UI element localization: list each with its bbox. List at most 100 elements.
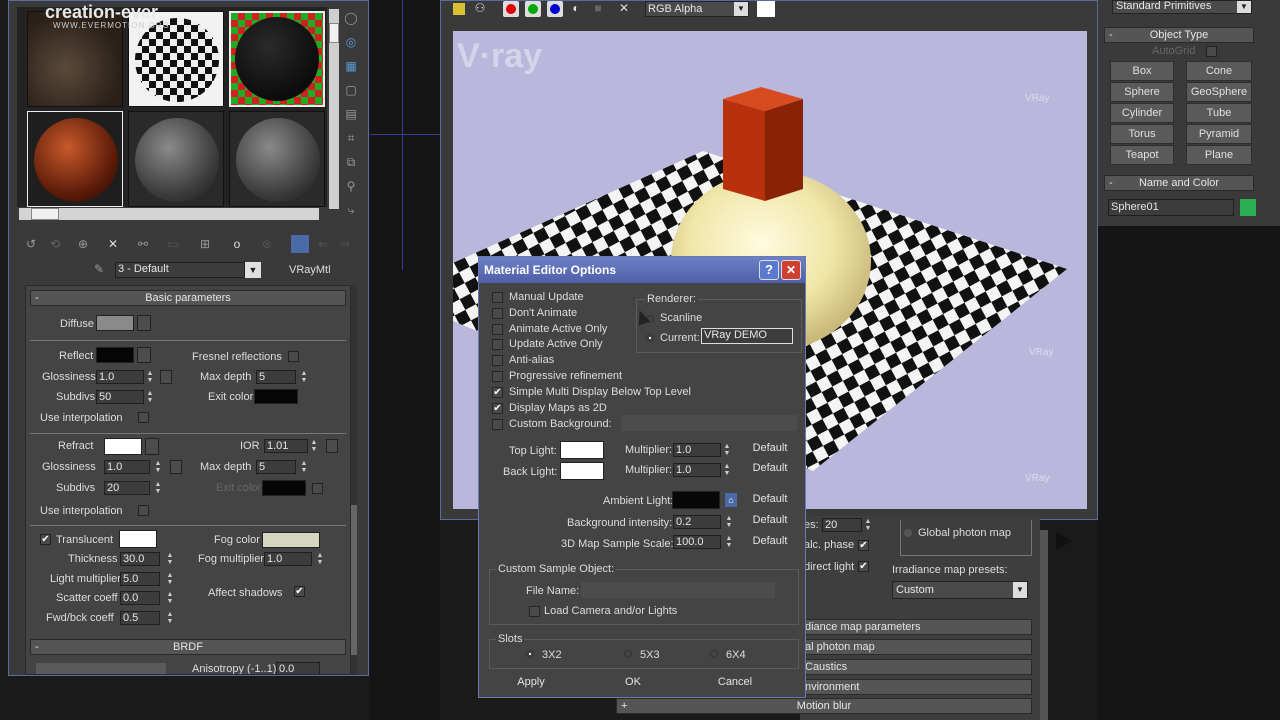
autogrid-checkbox[interactable] — [1206, 46, 1217, 57]
dont-animate-checkbox[interactable] — [492, 308, 503, 319]
reset-map-icon[interactable]: ✕ — [105, 237, 121, 251]
back-multiplier-field[interactable]: 1.0 — [673, 463, 721, 477]
refr-glossiness-field[interactable]: 1.0 — [104, 460, 150, 474]
scatter-coeff-spinner[interactable]: ▲ ▼ — [166, 591, 174, 606]
current-radio[interactable] — [646, 334, 654, 342]
fwd-bck-coeff-field[interactable]: 0.5 — [120, 611, 160, 625]
refr-max-depth-field[interactable]: 5 — [256, 460, 296, 474]
slots-3x2-radio[interactable] — [526, 650, 534, 658]
make-unique-icon[interactable]: ⚯ — [135, 237, 151, 251]
hsph-subdivs-field[interactable]: 20 — [822, 518, 862, 532]
custom-background-checkbox[interactable] — [492, 419, 503, 430]
clear-icon[interactable]: ✕ — [617, 1, 631, 15]
channel-dropdown[interactable]: RGB Alpha ▼ — [645, 1, 749, 17]
ior-field[interactable]: 1.01 — [264, 439, 308, 453]
basic-parameters-rollout[interactable]: - Basic parameters — [30, 290, 346, 306]
material-type-button[interactable]: VRayMtl — [289, 263, 331, 277]
back-light-default-button[interactable]: Default — [745, 458, 795, 478]
refr-exit-color-swatch[interactable] — [262, 480, 306, 496]
map-sample-scale-field[interactable]: 100.0 — [673, 535, 721, 549]
show-end-result-icon[interactable] — [291, 235, 309, 253]
fresnel-checkbox[interactable] — [288, 351, 299, 362]
global-photon-radio[interactable] — [904, 529, 912, 537]
pick-material-icon[interactable]: ✎ — [91, 262, 107, 276]
ambient-default-button[interactable]: Default — [745, 489, 795, 509]
fog-multiplier-spinner[interactable]: ▲ ▼ — [316, 552, 324, 567]
blue-channel-button[interactable] — [547, 1, 563, 17]
irradiance-presets-dropdown[interactable]: Custom ▼ — [892, 581, 1028, 599]
uv-tiling-icon[interactable]: ▢ — [343, 83, 359, 97]
teapot-button[interactable]: Teapot — [1110, 145, 1174, 165]
object-type-rollout[interactable]: - Object Type — [1104, 27, 1254, 43]
sample-type-icon[interactable]: ◯ — [343, 11, 359, 25]
display-maps-2d-checkbox[interactable]: ✔ — [492, 403, 503, 414]
alpha-channel-icon[interactable]: ◐ — [569, 1, 583, 15]
refl-exit-color-swatch[interactable] — [254, 389, 298, 404]
sample-slot-6[interactable] — [229, 111, 325, 207]
slots-6x4-radio[interactable] — [710, 650, 718, 658]
map-sample-default-button[interactable]: Default — [745, 531, 795, 551]
ambient-light-swatch[interactable] — [672, 491, 720, 509]
background-icon[interactable]: ▦ — [343, 59, 359, 73]
refract-map-button[interactable] — [145, 438, 159, 455]
save-image-icon[interactable] — [453, 3, 465, 15]
top-light-default-button[interactable]: Default — [745, 438, 795, 458]
anisotropy-field[interactable]: 0.0 — [276, 662, 320, 674]
translucent-color-swatch[interactable] — [119, 530, 157, 548]
material-navigator-icon[interactable]: ⤷ — [343, 203, 359, 218]
ior-map-button[interactable] — [326, 439, 338, 453]
options-icon[interactable]: ⧉ — [343, 155, 359, 170]
object-name-field[interactable]: Sphere01 — [1108, 199, 1234, 216]
refr-glossiness-spinner[interactable]: ▲ ▼ — [154, 460, 162, 475]
environment-rollout[interactable]: nvironment — [800, 679, 1032, 695]
put-to-library-icon[interactable]: ▭ — [165, 237, 181, 251]
irradiance-map-params-rollout[interactable]: diance map parameters — [800, 619, 1032, 635]
backlight-icon[interactable]: ◎ — [343, 35, 359, 49]
affect-shadows-checkbox[interactable]: ✔ — [294, 586, 305, 597]
refract-color-swatch[interactable] — [104, 438, 142, 455]
object-color-swatch[interactable] — [1240, 199, 1256, 216]
direct-light-checkbox[interactable]: ✔ — [858, 561, 869, 572]
select-by-material-icon[interactable]: ⚲ — [343, 179, 359, 193]
thickness-spinner[interactable]: ▲ ▼ — [166, 552, 174, 567]
show-map-icon[interactable]: ⊛ — [259, 237, 275, 251]
swatch-color[interactable] — [757, 1, 775, 17]
refl-subdivs-field[interactable]: 50 — [96, 390, 144, 404]
background-intensity-field[interactable]: 0.2 — [673, 515, 721, 529]
scatter-coeff-field[interactable]: 0.0 — [120, 591, 160, 605]
cone-button[interactable]: Cone — [1186, 61, 1252, 81]
back-light-swatch[interactable] — [560, 462, 604, 480]
green-channel-button[interactable] — [525, 1, 541, 17]
diffuse-map-button[interactable] — [137, 315, 151, 331]
calc-phase-checkbox[interactable]: ✔ — [858, 540, 869, 551]
ok-button[interactable]: OK — [595, 672, 671, 692]
go-to-parent-icon[interactable]: ⇐ — [315, 237, 331, 251]
help-button[interactable]: ? — [759, 260, 779, 280]
material-effects-icon[interactable]: ⊞ — [197, 237, 213, 251]
brdf-type-dropdown[interactable] — [36, 663, 166, 674]
light-multiplier-spinner[interactable]: ▲ ▼ — [166, 572, 174, 587]
clone-icon[interactable]: ⚇ — [471, 1, 489, 15]
video-color-icon[interactable]: ▤ — [343, 107, 359, 121]
sample-slot-4[interactable] — [27, 111, 123, 207]
update-active-only-checkbox[interactable] — [492, 339, 503, 350]
material-name-dropdown[interactable]: ▼ — [245, 262, 261, 278]
back-multiplier-spinner[interactable]: ▲ ▼ — [723, 463, 731, 478]
get-material-icon[interactable]: ↺ — [23, 237, 39, 251]
load-camera-checkbox[interactable] — [529, 606, 540, 617]
translucent-checkbox[interactable]: ✔ — [40, 534, 51, 545]
material-id-icon[interactable]: o — [229, 237, 245, 251]
refl-glossiness-field[interactable]: 1.0 — [96, 370, 144, 384]
play-arrow-icon[interactable] — [1056, 532, 1072, 550]
simple-multi-display-checkbox[interactable]: ✔ — [492, 387, 503, 398]
pyramid-button[interactable]: Pyramid — [1186, 124, 1252, 144]
reflect-color-swatch[interactable] — [96, 347, 134, 363]
light-multiplier-field[interactable]: 5.0 — [120, 572, 160, 586]
plane-button[interactable]: Plane — [1186, 145, 1252, 165]
dialog-titlebar[interactable]: Material Editor Options ? ✕ — [479, 257, 805, 283]
custom-background-path[interactable] — [621, 415, 797, 431]
assign-material-icon[interactable]: ⊕ — [75, 237, 91, 251]
brdf-rollout[interactable]: - BRDF — [30, 639, 346, 655]
sphere-button[interactable]: Sphere — [1110, 82, 1174, 102]
refr-max-depth-spinner[interactable]: ▲ ▼ — [300, 460, 308, 475]
